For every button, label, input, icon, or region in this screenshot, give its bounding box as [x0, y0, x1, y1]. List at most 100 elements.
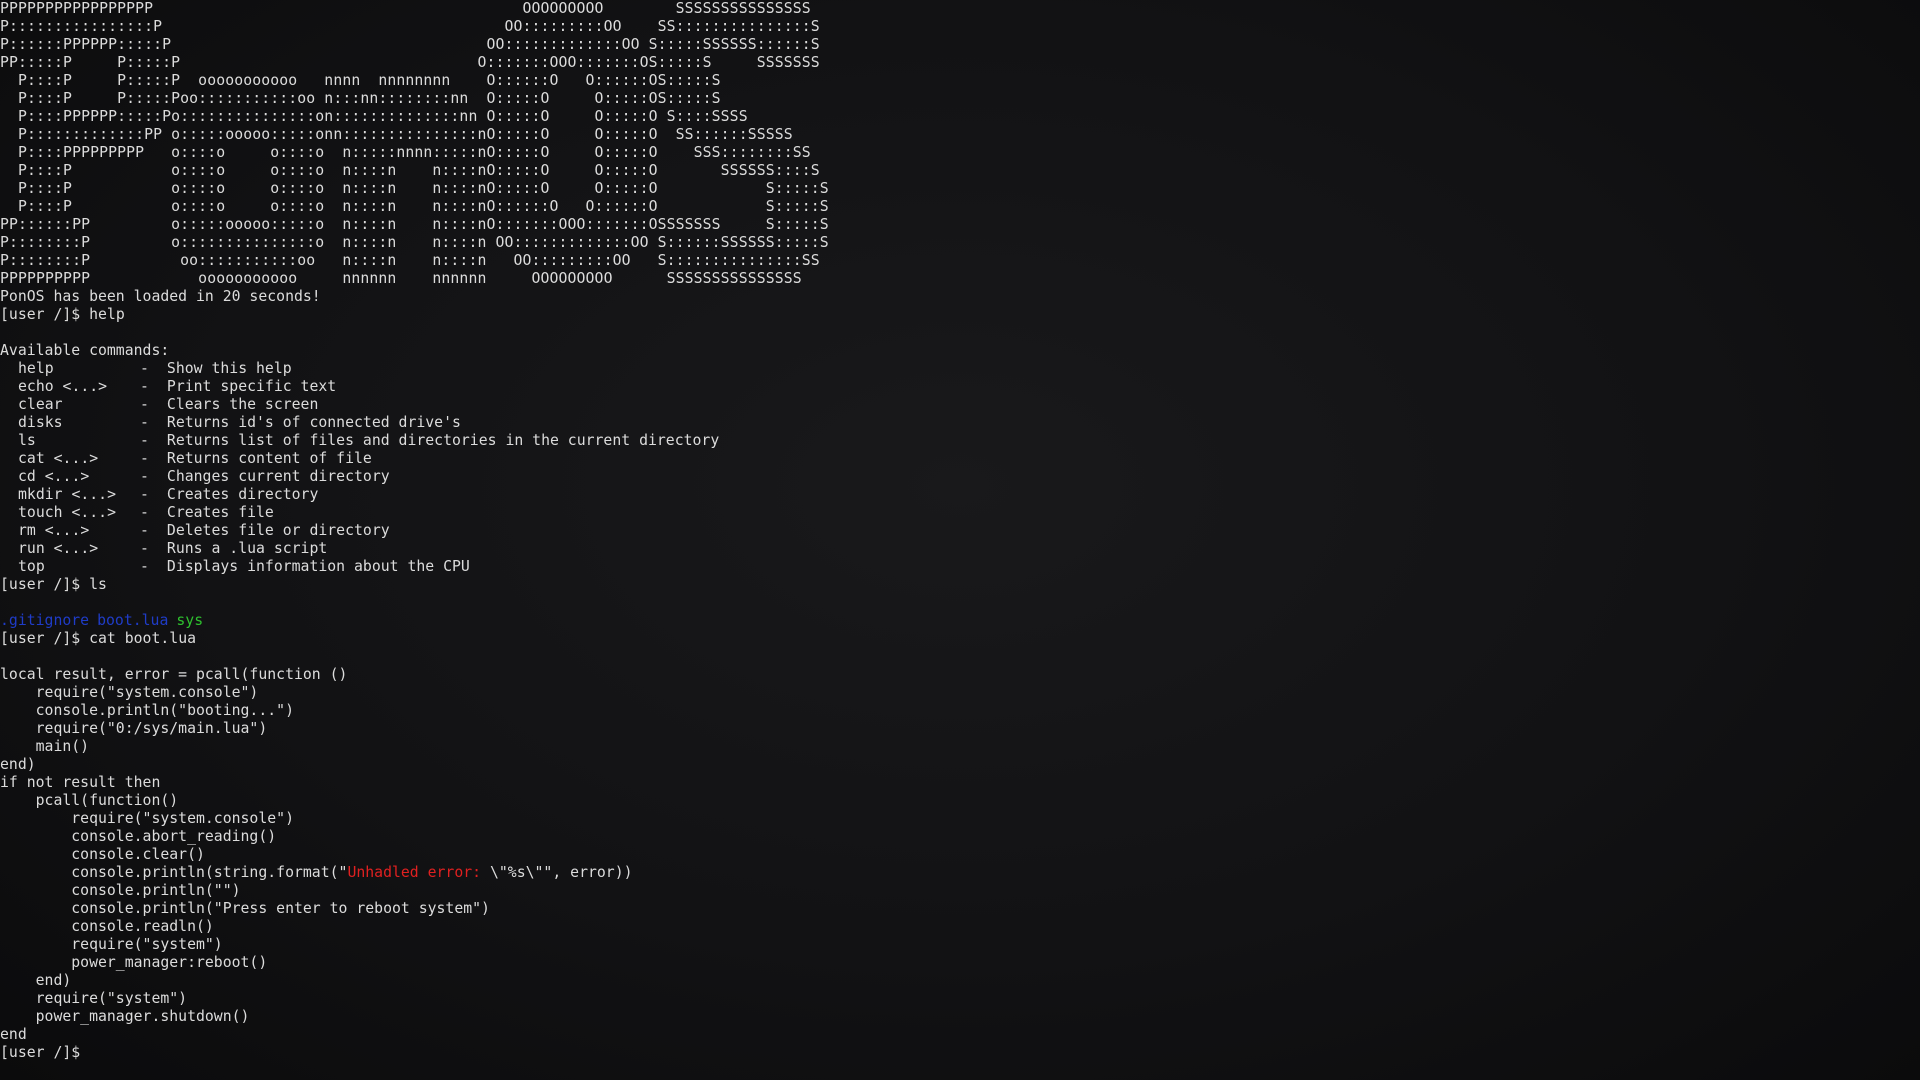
banner-line: P::::::::::::::::P OO:::::::::OO SS:::::…	[0, 18, 820, 35]
banner-line: P:::::::::::::PP o:::::ooooo:::::onn::::…	[0, 126, 793, 143]
command-name: run <...>	[18, 540, 99, 557]
banner-line: P::::::PPPPPP:::::P OO:::::::::::::OO S:…	[0, 36, 820, 53]
command-separator: -	[140, 468, 149, 485]
code-line: console.clear()	[0, 846, 205, 863]
code-text: console.println(string.format("	[0, 864, 348, 881]
command-description: Displays information about the CPU	[166, 558, 470, 575]
command-description: Deletes file or directory	[166, 522, 390, 539]
code-line: require("system")	[0, 990, 188, 1007]
code-line: require("0:/sys/main.lua")	[0, 720, 268, 737]
terminal-window[interactable]: PPPPPPPPPPPPPPPPP OOOOOOOOO SSSSSSSSSSSS…	[0, 0, 1920, 1080]
command-separator: -	[140, 396, 149, 413]
command-text: ls	[89, 576, 107, 593]
command-name: help	[18, 360, 54, 377]
help-command-row: mkdir <...> - Creates directory	[0, 486, 1920, 504]
code-line: pcall(function()	[0, 792, 179, 809]
command-name: clear	[18, 396, 63, 413]
command-separator: -	[140, 432, 149, 449]
command-name: mkdir <...>	[18, 486, 116, 503]
banner-line: P::::::::P o:::::::::::::::o n::::n n:::…	[0, 234, 829, 251]
code-line: console.readln()	[0, 918, 214, 935]
command-line-current[interactable]: [user /]$	[0, 1044, 1920, 1062]
prompt: [user /]$	[0, 630, 81, 647]
code-line: console.println("")	[0, 882, 241, 899]
code-line: require("system.console")	[0, 810, 294, 827]
command-name: rm <...>	[18, 522, 90, 539]
command-name: cat <...>	[18, 450, 99, 467]
file-content: local result, error = pcall(function () …	[0, 666, 1920, 1044]
command-line-ls: [user /]$ ls	[0, 576, 1920, 594]
code-line: if not result then	[0, 774, 161, 791]
banner-line: P::::P o::::o o::::o n::::n n::::nO:::::…	[0, 180, 829, 197]
help-header: Available commands:	[0, 342, 170, 359]
banner-line: PPPPPPPPPP ooooooooooo nnnnnn nnnnnn OOO…	[0, 270, 802, 287]
prompt: [user /]$	[0, 306, 81, 323]
code-line: console.println(string.format("Unhadled …	[0, 864, 1920, 882]
command-name: ls	[18, 432, 36, 449]
ls-directory-entry: sys	[176, 612, 204, 629]
help-command-row: top - Displays information about the CPU	[0, 558, 1920, 576]
command-separator: -	[140, 486, 149, 503]
command-line-cat: [user /]$ cat boot.lua	[0, 630, 1920, 648]
command-description: Clears the screen	[166, 396, 319, 413]
help-command-row: help - Show this help	[0, 360, 1920, 378]
code-line: end)	[0, 756, 36, 773]
code-line: main()	[0, 738, 90, 755]
help-command-row: rm <...> - Deletes file or directory	[0, 522, 1920, 540]
ascii-banner: PPPPPPPPPPPPPPPPP OOOOOOOOO SSSSSSSSSSSS…	[0, 0, 1920, 288]
code-line: console.abort_reading()	[0, 828, 277, 845]
banner-line: P::::P P:::::P ooooooooooo nnnn nnnnnnnn…	[0, 72, 721, 89]
command-name: top	[18, 558, 45, 575]
banner-line: PP:::::P P:::::P O:::::::OOO:::::::OS:::…	[0, 54, 820, 71]
banner-line: P::::::::P oo:::::::::::oo n::::n n::::n…	[0, 252, 820, 269]
command-name: cd <...>	[18, 468, 90, 485]
command-description: Returns id's of connected drive's	[166, 414, 461, 431]
help-command-row: disks - Returns id's of connected drive's	[0, 414, 1920, 432]
ls-file-entry: boot.lua	[97, 612, 169, 629]
help-command-row: cd <...> - Changes current directory	[0, 468, 1920, 486]
ls-file-entry: .gitignore	[0, 612, 90, 629]
code-line: end)	[0, 972, 72, 989]
command-description: Creates directory	[166, 486, 319, 503]
command-name: touch <...>	[18, 504, 116, 521]
command-text: help	[89, 306, 125, 323]
command-description: Show this help	[166, 360, 292, 377]
help-command-row: clear - Clears the screen	[0, 396, 1920, 414]
command-separator: -	[140, 558, 149, 575]
code-line: local result, error = pcall(function ()	[0, 666, 348, 683]
command-separator: -	[140, 360, 149, 377]
command-description: Returns list of files and directories in…	[166, 432, 720, 449]
code-line: console.println("Press enter to reboot s…	[0, 900, 490, 917]
banner-line: P::::PPPPPP:::::Po:::::::::::::::on:::::…	[0, 108, 748, 125]
banner-line: P::::P o::::o o::::o n::::n n::::nO:::::…	[0, 198, 829, 215]
command-separator: -	[140, 414, 149, 431]
help-command-row: cat <...> - Returns content of file	[0, 450, 1920, 468]
command-separator: -	[140, 540, 149, 557]
prompt: [user /]$	[0, 576, 81, 593]
code-line: require("system.console")	[0, 684, 259, 701]
command-separator: -	[140, 522, 149, 539]
banner-line: P::::P o::::o o::::o n::::n n::::nO:::::…	[0, 162, 820, 179]
help-command-row: run <...> - Runs a .lua script	[0, 540, 1920, 558]
code-line: console.println("booting...")	[0, 702, 294, 719]
command-line-help: [user /]$ help	[0, 306, 1920, 324]
banner-line: P::::P P:::::Poo:::::::::::oo n:::nn::::…	[0, 90, 721, 107]
text-cursor	[89, 1044, 98, 1059]
command-description: Returns content of file	[166, 450, 372, 467]
banner-line: P::::PPPPPPPPP o::::o o::::o n:::::nnnn:…	[0, 144, 811, 161]
command-separator: -	[140, 504, 149, 521]
code-text: \"%s\"", error))	[489, 864, 633, 881]
command-separator: -	[140, 450, 149, 467]
code-line: power_manager:reboot()	[0, 954, 268, 971]
command-description: Changes current directory	[166, 468, 390, 485]
banner-line: PP::::::PP o:::::ooooo:::::o n::::n n:::…	[0, 216, 829, 233]
help-command-row: ls - Returns list of files and directorie…	[0, 432, 1920, 450]
command-text: cat boot.lua	[89, 630, 197, 647]
prompt: [user /]$	[0, 1044, 81, 1061]
ls-output: .gitignore boot.lua sys	[0, 612, 1920, 630]
command-description: Print specific text	[166, 378, 337, 395]
command-name: disks	[18, 414, 63, 431]
help-command-list: help - Show this help echo <...> - Print sp…	[0, 360, 1920, 576]
